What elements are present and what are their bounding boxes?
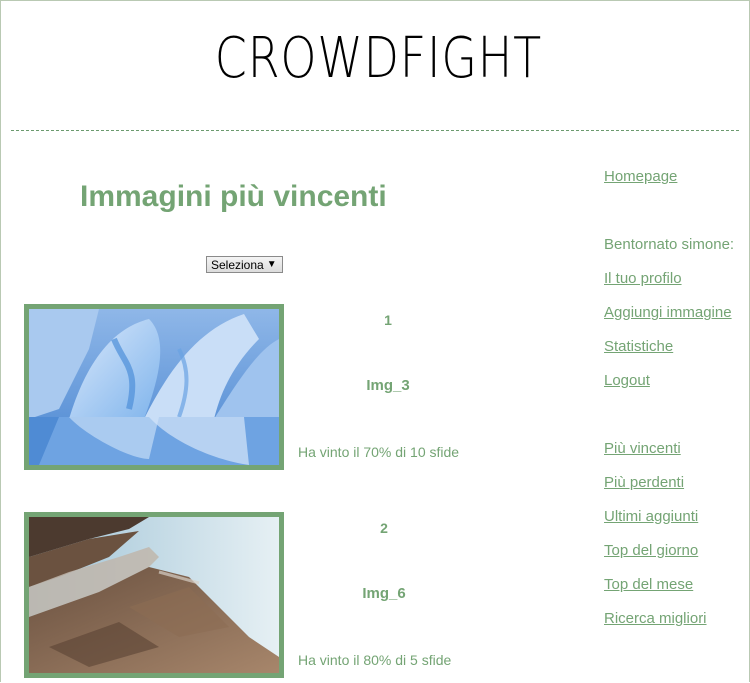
glacier-ice-image [29,309,279,465]
nav-homepage[interactable]: Homepage [604,168,677,185]
item-rank: 1 [384,312,392,328]
image-thumbnail-1[interactable] [24,304,284,470]
nav-best-search[interactable]: Ricerca migliori [604,610,707,627]
nav-statistics[interactable]: Statistiche [604,338,673,355]
dropdown-arrow-icon: ▼ [266,259,277,270]
item-name: Img_3 [366,377,410,394]
filter-select-value: Seleziona [211,257,264,272]
item-stat: Ha vinto il 80% di 5 sfide [298,652,452,668]
rocky-coast-image [29,517,279,673]
site-title: CROWDFIGHT [214,26,543,91]
nav-top-day[interactable]: Top del giorno [604,542,698,559]
item-stat: Ha vinto il 70% di 10 sfide [298,444,460,460]
item-name: Img_6 [362,585,406,602]
image-thumbnail-2[interactable] [24,512,284,678]
nav-most-winning[interactable]: Più vincenti [604,440,681,457]
filter-select[interactable]: Seleziona ▼ [206,256,283,273]
nav-profile[interactable]: Il tuo profilo [604,270,682,287]
header-divider [11,130,739,131]
welcome-text: Bentornato simone: [604,236,735,253]
nav-latest-added[interactable]: Ultimi aggiunti [604,508,698,525]
page-title: Immagini più vincenti [80,180,387,213]
nav-most-losing[interactable]: Più perdenti [604,474,684,491]
nav-top-month[interactable]: Top del mese [604,576,693,593]
nav-logout[interactable]: Logout [604,372,650,389]
nav-add-image[interactable]: Aggiungi immagine [604,304,732,321]
item-rank: 2 [380,520,388,536]
